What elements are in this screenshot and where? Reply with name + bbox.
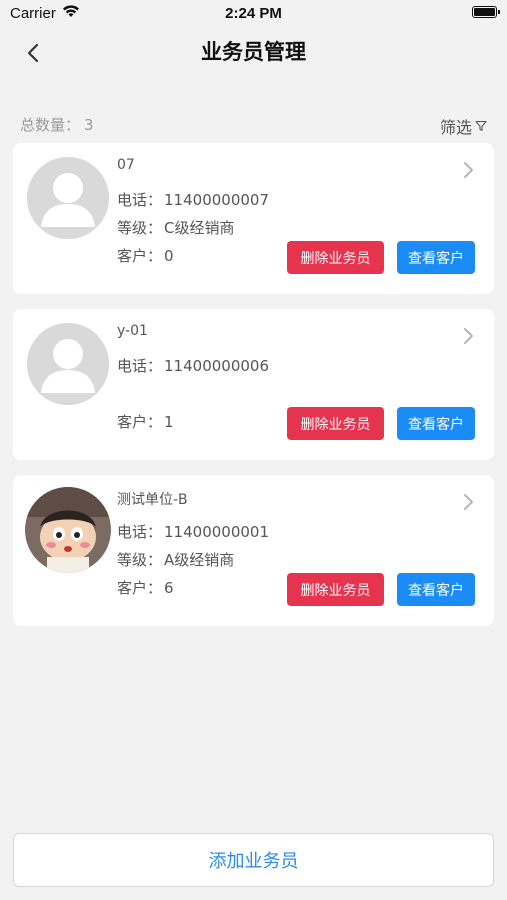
- phone-row: 电话： 11400000001: [117, 521, 269, 542]
- customer-row: 客户： 0: [117, 245, 174, 266]
- customer-count: 6: [164, 579, 174, 597]
- phone-label: 电话：: [117, 191, 163, 209]
- customer-row: 客户： 1: [117, 411, 174, 432]
- delete-salesman-button[interactable]: 删除业务员: [287, 241, 384, 274]
- customer-label: 客户：: [117, 247, 163, 265]
- view-customers-button[interactable]: 查看客户: [397, 407, 475, 440]
- salesman-name: 测试单位-B: [117, 492, 188, 508]
- avatar: [27, 323, 109, 405]
- battery-icon: [472, 6, 500, 18]
- filter-icon: [475, 120, 487, 132]
- view-customers-button[interactable]: 查看客户: [397, 573, 475, 606]
- status-bar: Carrier 2:24 PM: [0, 0, 507, 28]
- salesman-name: 07: [117, 157, 135, 173]
- customer-count: 0: [164, 247, 174, 265]
- bottom-bar: 添加业务员: [0, 818, 507, 900]
- customer-label: 客户：: [117, 413, 163, 431]
- delete-salesman-button[interactable]: 删除业务员: [287, 407, 384, 440]
- salesman-card[interactable]: 07 电话： 11400000007 等级： C级经销商 客户： 0 删除业务员 查看…: [13, 143, 494, 294]
- phone-row: 电话： 11400000006: [117, 355, 269, 376]
- level-row: 等级： C级经销商: [117, 217, 235, 238]
- level-value: C级经销商: [164, 219, 235, 237]
- page-title: 业务员管理: [201, 40, 306, 64]
- customer-label: 客户：: [117, 579, 163, 597]
- level-label: 等级：: [117, 551, 163, 569]
- phone-row: 电话： 11400000007: [117, 189, 269, 210]
- default-avatar-icon: [27, 323, 109, 405]
- avatar: [27, 157, 109, 239]
- view-customers-button[interactable]: 查看客户: [397, 241, 475, 274]
- clock-time: 2:24 PM: [225, 5, 282, 22]
- photo-avatar-icon: [25, 487, 111, 573]
- add-salesman-button[interactable]: 添加业务员: [13, 833, 494, 887]
- navigation-bar: 业务员管理: [0, 28, 507, 76]
- salesman-name: y-01: [117, 323, 148, 339]
- phone-value: 11400000006: [164, 357, 269, 375]
- customer-row: 客户： 6: [117, 577, 174, 598]
- phone-label: 电话：: [117, 357, 163, 375]
- level-value: A级经销商: [164, 551, 235, 569]
- phone-value: 11400000007: [164, 191, 269, 209]
- salesman-card[interactable]: 测试单位-B 电话： 11400000001 等级： A级经销商 客户： 6 删除业务…: [13, 475, 494, 626]
- phone-value: 11400000001: [164, 523, 269, 541]
- chevron-right-icon[interactable]: [462, 327, 474, 349]
- total-count: 总数量： 3: [20, 114, 98, 135]
- total-count-label: 总数量：: [20, 116, 81, 134]
- salesman-card[interactable]: y-01 电话： 11400000006 客户： 1 删除业务员 查看客户: [13, 309, 494, 460]
- chevron-right-icon[interactable]: [462, 161, 474, 183]
- level-row: 等级： A级经销商: [117, 549, 234, 570]
- chevron-right-icon[interactable]: [462, 493, 474, 515]
- level-row: [117, 383, 119, 401]
- total-count-value: 3: [84, 116, 94, 134]
- avatar: [25, 487, 111, 573]
- filter-button[interactable]: 筛选: [440, 114, 487, 138]
- filter-label: 筛选: [439, 118, 472, 137]
- level-label: 等级：: [117, 219, 163, 237]
- phone-label: 电话：: [117, 523, 163, 541]
- customer-count: 1: [164, 413, 174, 431]
- delete-salesman-button[interactable]: 删除业务员: [287, 573, 384, 606]
- default-avatar-icon: [27, 157, 109, 239]
